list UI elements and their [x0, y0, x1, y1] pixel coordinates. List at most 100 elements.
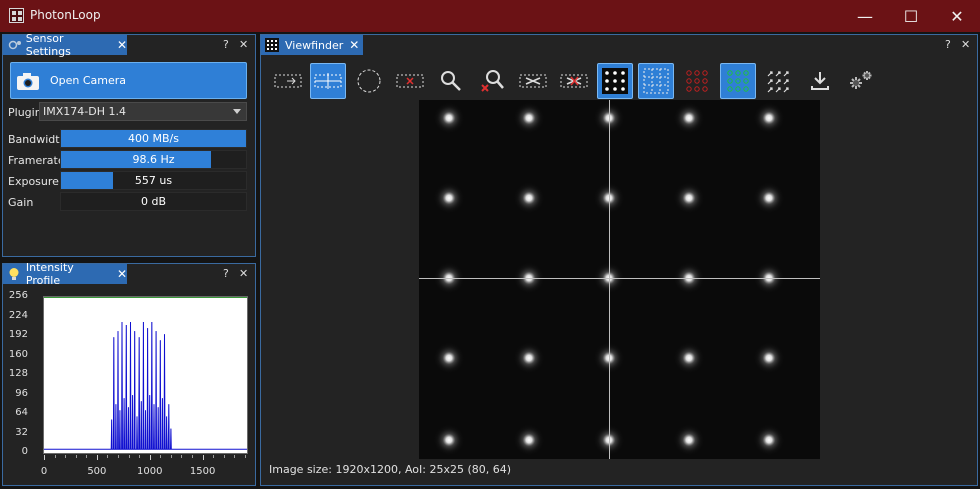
framerate-value: 98.6 Hz: [132, 153, 175, 166]
tab-sensor-settings-label: Sensor Settings: [25, 32, 71, 58]
x-minor-tick: [75, 455, 77, 458]
plugin-select[interactable]: IMX174-DH 1.4: [39, 102, 247, 121]
remove-aoi-icon: [396, 74, 424, 88]
framerate-label: Framerate: [8, 154, 65, 167]
crosshair-button[interactable]: [310, 63, 346, 99]
y-tick-label: 256: [8, 290, 28, 301]
viewfinder-image[interactable]: [419, 100, 820, 459]
framerate-slider[interactable]: 98.6 Hz: [60, 150, 247, 169]
spot-grid-button[interactable]: [597, 63, 633, 99]
dock-close-button[interactable]: ✕: [961, 38, 970, 51]
bandwidth-label: Bandwidth: [8, 133, 67, 146]
cut-remove-icon: [560, 74, 588, 88]
bandwidth-value: 400 MB/s: [128, 132, 179, 145]
y-tick-label: 224: [8, 309, 28, 321]
viewfinder-svg: [419, 100, 820, 459]
cut-button[interactable]: [515, 63, 551, 99]
zoom-button[interactable]: [433, 63, 469, 99]
exposure-label: Exposure: [8, 175, 59, 188]
maximize-button[interactable]: ☐: [888, 0, 934, 32]
intensity-plot-svg: [44, 297, 247, 450]
x-minor-tick: [213, 455, 215, 458]
arrows-grid-button[interactable]: [761, 63, 797, 99]
x-tick-label: 1500: [189, 466, 216, 477]
tab-close-icon[interactable]: ✕: [117, 267, 127, 281]
y-tick-label: 32: [15, 426, 28, 438]
exposure-slider[interactable]: 557 us: [60, 171, 247, 190]
y-tick-label: 128: [8, 368, 28, 379]
x-minor-tick: [118, 455, 119, 458]
remove-aoi-button[interactable]: [392, 63, 428, 99]
light-spot: [513, 342, 545, 374]
x-tick-label: 500: [87, 466, 107, 477]
gain-slider[interactable]: 0 dB: [60, 192, 247, 211]
red-dots-icon: [686, 70, 708, 92]
help-button[interactable]: ?: [223, 267, 229, 280]
aoi-select-button[interactable]: [270, 63, 306, 99]
light-spot: [673, 342, 705, 374]
plugin-label: Plugin: [8, 106, 42, 119]
intensity-profile-tabbar: Intensity Profile ✕ ? ✕: [3, 261, 255, 287]
light-spot: [513, 182, 545, 214]
tab-close-icon[interactable]: ✕: [349, 38, 359, 52]
minimize-button[interactable]: —: [842, 0, 888, 32]
spot-grid-icon: [602, 68, 628, 94]
download-button[interactable]: [802, 63, 838, 99]
x-minor-tick: [128, 455, 130, 458]
help-button[interactable]: ?: [945, 38, 951, 51]
title-bar: PhotonLoop — ☐ ✕: [0, 0, 980, 32]
light-spot: [753, 182, 785, 214]
x-tick-mark: [44, 455, 45, 460]
x-minor-tick: [192, 455, 194, 458]
dock-close-button[interactable]: ✕: [239, 38, 248, 51]
tab-sensor-settings[interactable]: Sensor Settings ✕: [3, 32, 127, 58]
bandwidth-slider[interactable]: 400 MB/s: [60, 129, 247, 148]
crosshair-icon: [314, 73, 342, 89]
x-minor-tick: [244, 455, 246, 458]
grid-overlay-button[interactable]: [638, 63, 674, 99]
exposure-value: 557 us: [134, 174, 173, 187]
x-tick-label: 0: [40, 466, 48, 477]
zoom-reset-button[interactable]: [474, 63, 510, 99]
tab-viewfinder[interactable]: Viewfinder ✕: [261, 35, 363, 55]
circle-select-button[interactable]: [351, 63, 387, 99]
tab-viewfinder-label: Viewfinder: [285, 38, 344, 52]
chevron-down-icon: [233, 109, 241, 114]
y-tick-label: 0: [21, 446, 28, 457]
circle-select-icon: [357, 69, 381, 93]
red-dots-button[interactable]: [679, 63, 715, 99]
open-camera-button[interactable]: Open Camera: [10, 62, 247, 99]
sensor-settings-tabbar: Sensor Settings ✕ ? ✕: [3, 32, 255, 58]
download-icon: [811, 72, 829, 90]
tab-close-icon[interactable]: ✕: [117, 38, 127, 52]
x-tick-label: 1000: [136, 466, 163, 477]
app-icon: [9, 8, 24, 23]
help-button[interactable]: ?: [223, 38, 229, 51]
light-spot: [433, 424, 465, 456]
tab-intensity-profile[interactable]: Intensity Profile ✕: [3, 261, 127, 287]
cut-remove-button[interactable]: [556, 63, 592, 99]
green-dots-button[interactable]: [720, 63, 756, 99]
open-camera-label: Open Camera: [50, 74, 127, 87]
x-minor-tick: [234, 455, 236, 458]
camera-icon: [17, 72, 39, 90]
light-spot: [673, 102, 705, 134]
light-spot: [433, 102, 465, 134]
light-spot: [513, 102, 545, 134]
light-spot: [433, 342, 465, 374]
x-minor-tick: [160, 455, 162, 458]
cut-icon: [519, 74, 547, 88]
zoom-reset-icon: [481, 70, 504, 92]
camera-gear-icon: [8, 40, 21, 50]
settings-gears-button[interactable]: [843, 63, 879, 99]
tab-intensity-profile-label: Intensity Profile: [25, 261, 74, 287]
x-minor-tick: [86, 455, 88, 458]
dock-close-button[interactable]: ✕: [239, 267, 248, 280]
x-minor-tick: [181, 455, 183, 458]
plugin-select-value: IMX174-DH 1.4: [43, 105, 126, 118]
x-tick-mark: [149, 455, 151, 460]
close-button[interactable]: ✕: [934, 0, 980, 32]
green-dots-icon: [727, 70, 749, 92]
x-minor-tick: [107, 455, 109, 458]
x-minor-tick: [139, 455, 141, 458]
